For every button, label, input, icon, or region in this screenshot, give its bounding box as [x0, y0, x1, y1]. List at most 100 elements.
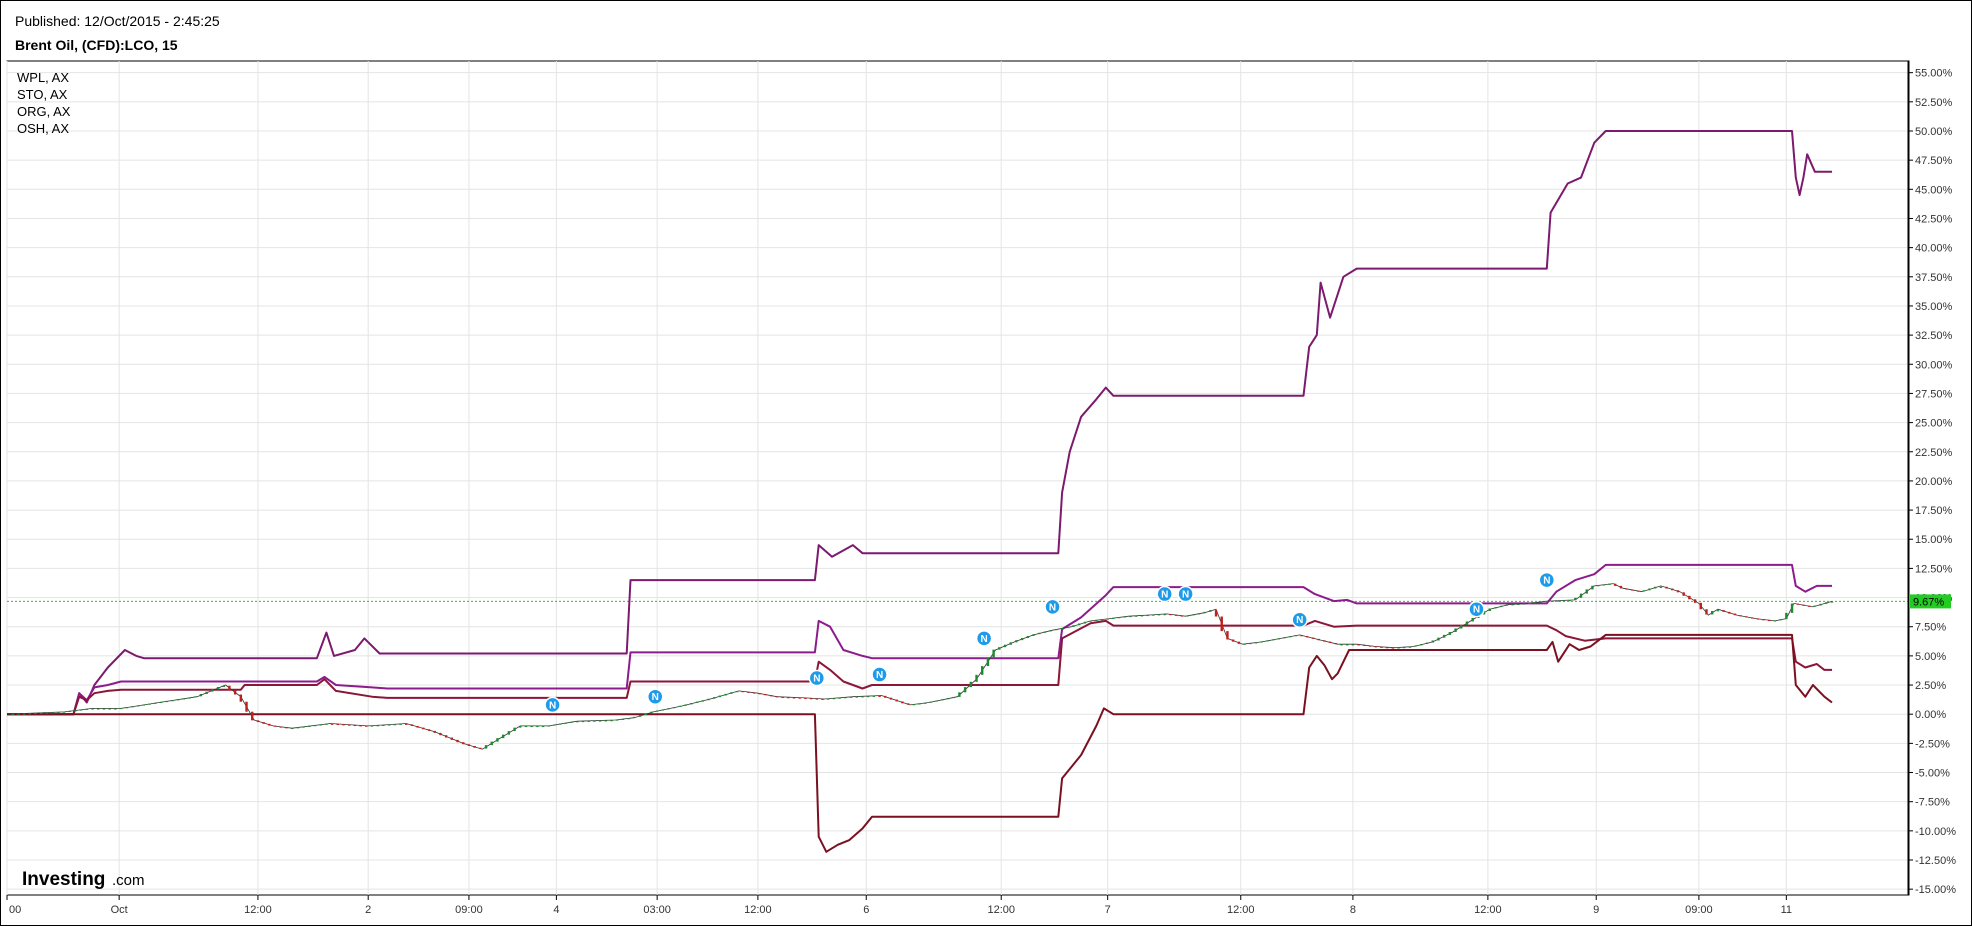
price-candle: [519, 725, 522, 728]
y-tick-label: 55.00%: [1915, 68, 1953, 80]
x-tick-label: 6: [863, 904, 869, 916]
current-value-label: 9.67%: [1909, 594, 1951, 609]
price-candle: [701, 700, 704, 702]
x-tick-label: 12:00: [987, 904, 1015, 916]
price-candle: [946, 698, 950, 700]
y-tick-label: -2.50%: [1915, 738, 1950, 750]
price-candle: [1522, 603, 1526, 605]
price-candle: [1112, 617, 1115, 619]
news-markers[interactable]: N N N N N N N N N N N: [544, 571, 1556, 714]
price-candle: [923, 702, 927, 704]
price-candle: [365, 725, 368, 727]
y-tick-label: -5.00%: [1915, 768, 1950, 780]
price-candle: [313, 725, 317, 727]
price-candle: [336, 723, 339, 726]
news-marker-glyph: N: [1161, 590, 1168, 601]
price-candle: [1174, 614, 1178, 616]
news-marker-icon[interactable]: N: [1156, 585, 1173, 603]
price-candle: [1254, 642, 1258, 644]
price-candle: [1328, 641, 1332, 644]
price-candle: [245, 701, 248, 712]
price-candle: [1807, 605, 1811, 607]
price-candle: [1408, 646, 1412, 648]
y-tick-label: -10.00%: [1915, 826, 1956, 838]
y-tick-label: 5.00%: [1915, 651, 1946, 663]
price-candle: [34, 712, 37, 715]
price-candle: [1625, 588, 1628, 590]
price-candle: [114, 708, 117, 710]
price-candle: [1693, 599, 1697, 603]
price-candle: [866, 695, 870, 698]
price-candle: [1619, 585, 1623, 589]
price-candle: [79, 709, 83, 711]
x-tick-label: 8: [1350, 904, 1356, 916]
news-marker-icon[interactable]: N: [1538, 571, 1556, 589]
price-candle: [644, 713, 647, 716]
y-tick-label: 22.50%: [1915, 447, 1953, 459]
news-marker-icon[interactable]: N: [975, 630, 993, 647]
news-marker-icon[interactable]: N: [1468, 600, 1485, 618]
price-candle: [1414, 645, 1417, 647]
news-marker-icon[interactable]: N: [544, 696, 561, 714]
price-candle: [125, 707, 128, 709]
price-candle: [1288, 636, 1292, 638]
logo-suffix: .com: [112, 872, 145, 889]
news-marker-icon[interactable]: N: [1044, 598, 1061, 616]
price-candle: [1095, 619, 1098, 622]
price-candle: [861, 696, 864, 698]
price-candle: [1180, 615, 1184, 617]
price-candle: [182, 698, 185, 700]
price-candle: [1397, 647, 1400, 649]
price-candle: [912, 704, 915, 706]
price-candle: [433, 730, 436, 733]
price-candle: [57, 711, 60, 714]
price-candle: [233, 690, 237, 695]
price-candle: [216, 686, 220, 690]
price-candle: [741, 690, 744, 693]
price-candle: [1077, 623, 1081, 626]
price-candle: [1266, 640, 1269, 642]
price-candle: [1032, 634, 1035, 636]
price-candle: [1442, 634, 1446, 638]
logo-text: Investing: [22, 869, 105, 890]
price-candle: [1539, 601, 1543, 603]
price-candle: [770, 695, 773, 697]
price-candle: [678, 705, 682, 708]
price-candle: [342, 724, 345, 726]
x-tick-label: Oct: [111, 904, 128, 916]
price-candle: [1385, 647, 1389, 649]
price-candle: [735, 690, 739, 693]
price-candle: [496, 738, 499, 742]
news-marker-icon[interactable]: N: [808, 669, 826, 687]
news-marker-icon[interactable]: N: [646, 688, 664, 705]
price-candle: [108, 708, 111, 710]
news-marker-icon[interactable]: N: [1291, 611, 1308, 628]
price-candle: [1249, 642, 1252, 645]
price-candle: [1351, 644, 1355, 646]
price-candle: [1152, 614, 1155, 616]
price-candle: [1066, 626, 1069, 629]
price-candle: [467, 744, 471, 746]
investing-logo: Investing .com: [22, 869, 145, 890]
chart-svg[interactable]: NNN NNNN NNNN 55.00%52.50%50.00%47.50%45.0…: [0, 0, 1972, 926]
x-tick-label: 09:00: [455, 904, 483, 916]
news-marker-icon[interactable]: N: [871, 666, 888, 683]
news-marker-icon[interactable]: N: [1177, 585, 1194, 603]
price-candle: [347, 724, 351, 726]
price-candle: [1499, 605, 1503, 608]
price-candle: [633, 716, 636, 719]
price-candle: [621, 718, 625, 720]
price-candle: [781, 696, 784, 699]
price-candle: [536, 725, 539, 728]
price-candle: [1568, 600, 1571, 602]
price-candle: [610, 720, 613, 722]
price-candle: [992, 649, 995, 658]
price-candle: [1699, 602, 1702, 610]
price-candle: [1134, 615, 1138, 617]
price-candle: [68, 710, 71, 713]
legend-item-osh: OSH, AX: [17, 121, 70, 136]
price-candle: [1648, 588, 1651, 591]
price-candle: [444, 735, 448, 738]
price-candle: [1591, 585, 1594, 590]
price-candle: [239, 694, 243, 702]
